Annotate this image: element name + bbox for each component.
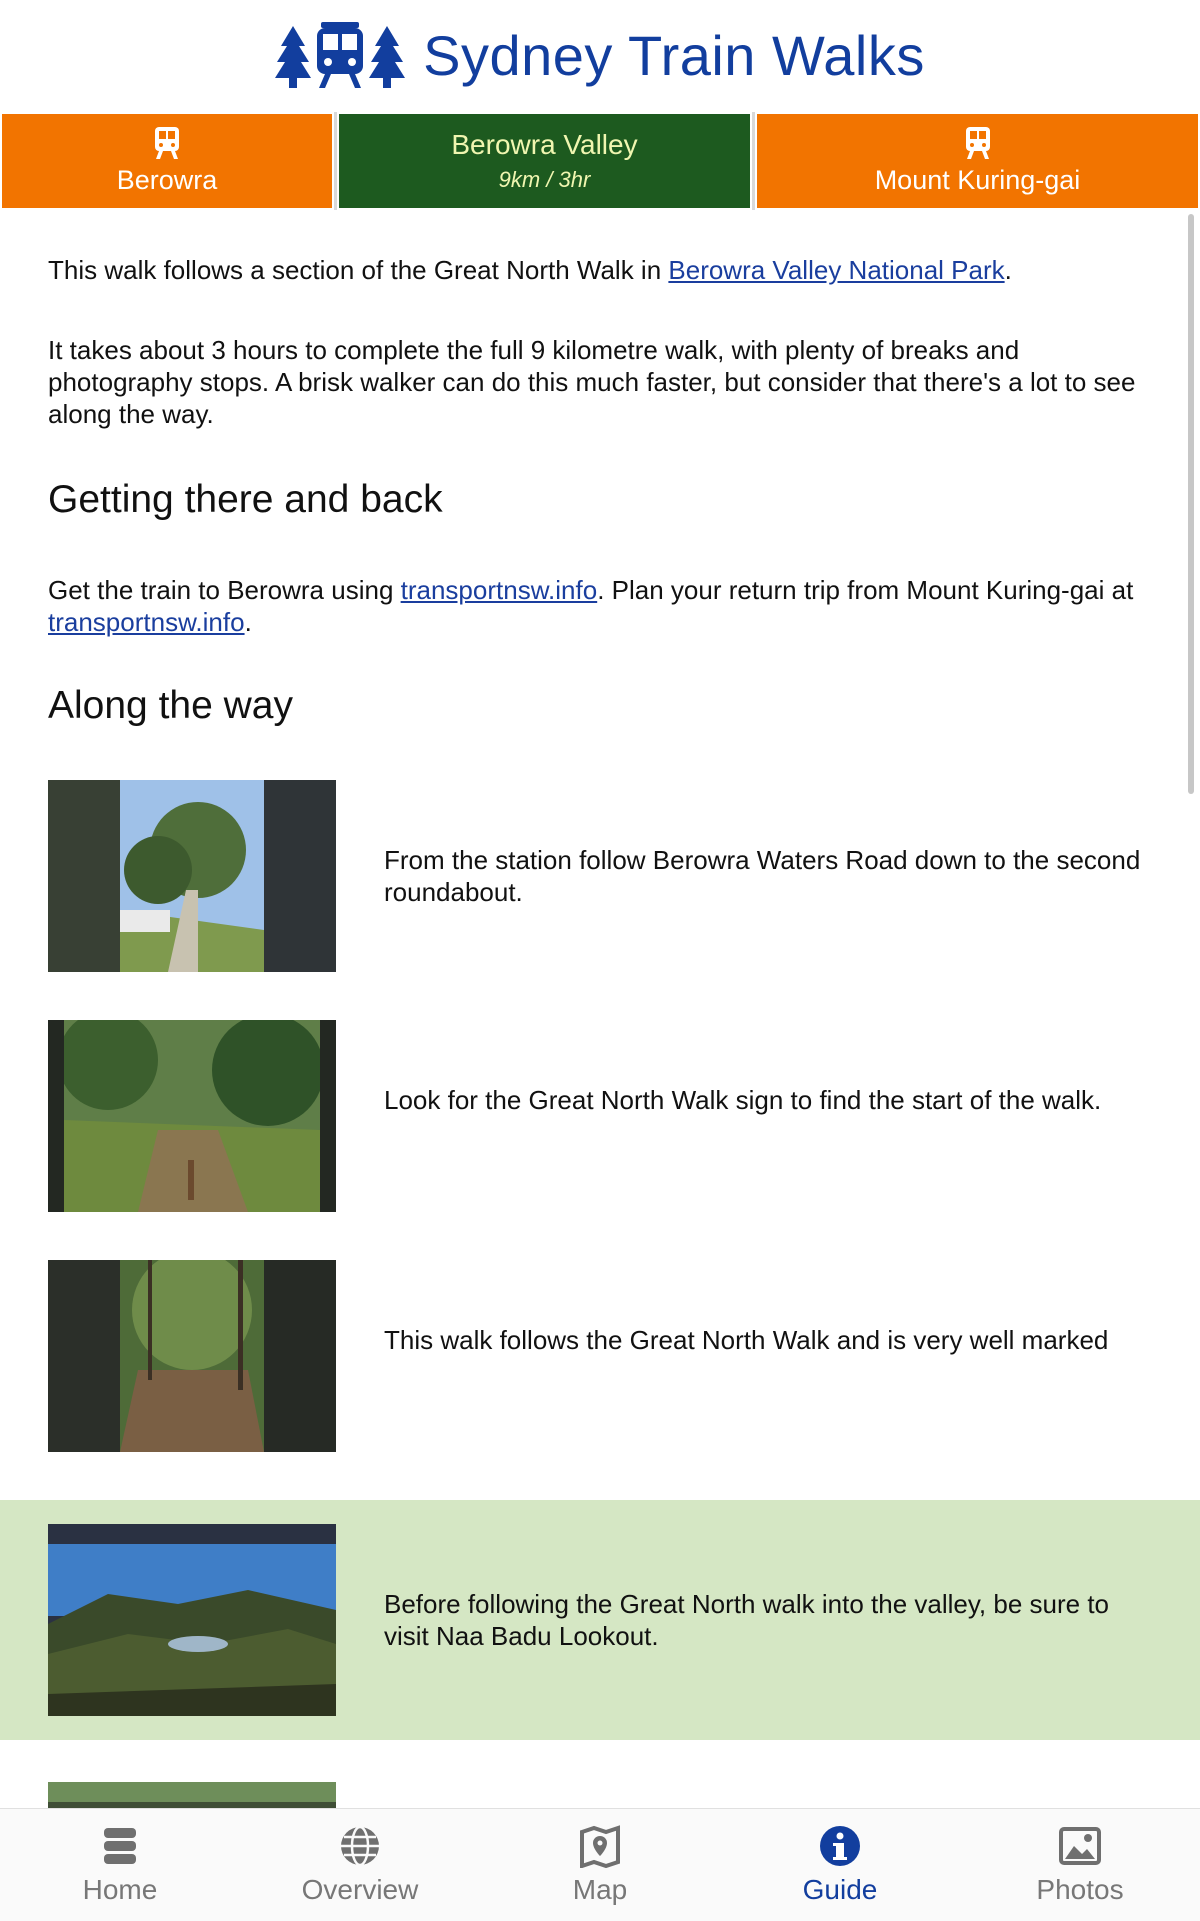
getting-there-text: . Plan your return trip from Mount Kurin…: [597, 575, 1134, 605]
app-header: Sydney Train Walks: [0, 0, 1200, 110]
step-item: This walk follows the Great North Walk a…: [0, 1236, 1200, 1476]
step-text: Look for the Great North Walk sign to fi…: [384, 1085, 1102, 1115]
getting-there-text: .: [244, 607, 252, 637]
tree-icon: [275, 26, 312, 88]
nav-overview-label: Overview: [301, 1874, 419, 1905]
step-photo[interactable]: [48, 780, 336, 972]
globe-icon: [341, 1825, 379, 1867]
end-station-button[interactable]: Mount Kuring-gai: [755, 112, 1200, 210]
train-icon: [155, 126, 179, 159]
step-photo[interactable]: [48, 1782, 336, 1808]
route-bar: Berowra Berowra Valley 9km / 3hr Mount K…: [0, 112, 1200, 210]
app-title: Sydney Train Walks: [423, 23, 925, 87]
transport-link-1[interactable]: transportnsw.info: [401, 575, 598, 605]
step-text: This walk follows the Great North Walk a…: [384, 1325, 1109, 1355]
along-the-way-heading: Along the way: [48, 684, 293, 727]
walk-info: Berowra Valley 9km / 3hr: [337, 112, 752, 210]
tree-icon: [369, 26, 406, 88]
app-logo: [275, 22, 406, 88]
nav-photos-label: Photos: [1036, 1874, 1124, 1905]
step-text: Before following the Great North walk in…: [384, 1589, 1110, 1651]
step-text: From the station follow Berowra Waters R…: [384, 845, 1141, 907]
getting-there-heading: Getting there and back: [48, 478, 443, 521]
step-item-highlighted: Before following the Great North walk in…: [0, 1500, 1200, 1740]
intro-paragraph-1: This walk follows a section of the Great…: [48, 254, 1158, 286]
database-icon: [104, 1828, 136, 1864]
map-icon: [580, 1825, 620, 1868]
getting-there-paragraph: Get the train to Berowra using transport…: [48, 574, 1158, 638]
nav-map-label: Map: [572, 1874, 628, 1905]
train-icon: [965, 126, 990, 159]
bottom-nav: Home Overview Map Guide Photos: [0, 1808, 1200, 1921]
info-icon: [820, 1826, 860, 1866]
content-scrollbar[interactable]: [1188, 214, 1194, 794]
national-park-link[interactable]: Berowra Valley National Park: [668, 255, 1004, 285]
step-item: Look for the Great North Walk sign to fi…: [0, 996, 1200, 1236]
nav-map[interactable]: Map: [480, 1809, 720, 1921]
intro-text: .: [1004, 255, 1012, 285]
guide-content[interactable]: This walk follows a section of the Great…: [0, 210, 1200, 1808]
getting-there-text: Get the train to Berowra using: [48, 575, 401, 605]
start-station-name: Berowra: [116, 164, 218, 195]
step-photo[interactable]: [48, 1260, 336, 1452]
step-item: [0, 1760, 1200, 1808]
start-station-button[interactable]: Berowra: [0, 112, 334, 210]
walk-stats: 9km / 3hr: [498, 167, 591, 192]
train-icon: [317, 22, 364, 88]
nav-guide[interactable]: Guide: [720, 1809, 960, 1921]
intro-text: This walk follows a section of the Great…: [48, 255, 669, 285]
photo-icon: [1059, 1827, 1101, 1865]
nav-overview[interactable]: Overview: [240, 1809, 480, 1921]
end-station-name: Mount Kuring-gai: [874, 164, 1081, 195]
step-photo[interactable]: [48, 1020, 336, 1212]
transport-link-2[interactable]: transportnsw.info: [48, 607, 245, 637]
nav-home-label: Home: [82, 1874, 158, 1905]
intro-paragraph-2: It takes about 3 hours to complete the f…: [48, 335, 1136, 429]
nav-home[interactable]: Home: [0, 1809, 240, 1921]
step-photo[interactable]: [48, 1524, 336, 1716]
nav-guide-label: Guide: [802, 1874, 878, 1905]
nav-photos[interactable]: Photos: [960, 1809, 1200, 1921]
step-item: From the station follow Berowra Waters R…: [0, 756, 1200, 996]
walk-name: Berowra Valley: [451, 129, 638, 160]
